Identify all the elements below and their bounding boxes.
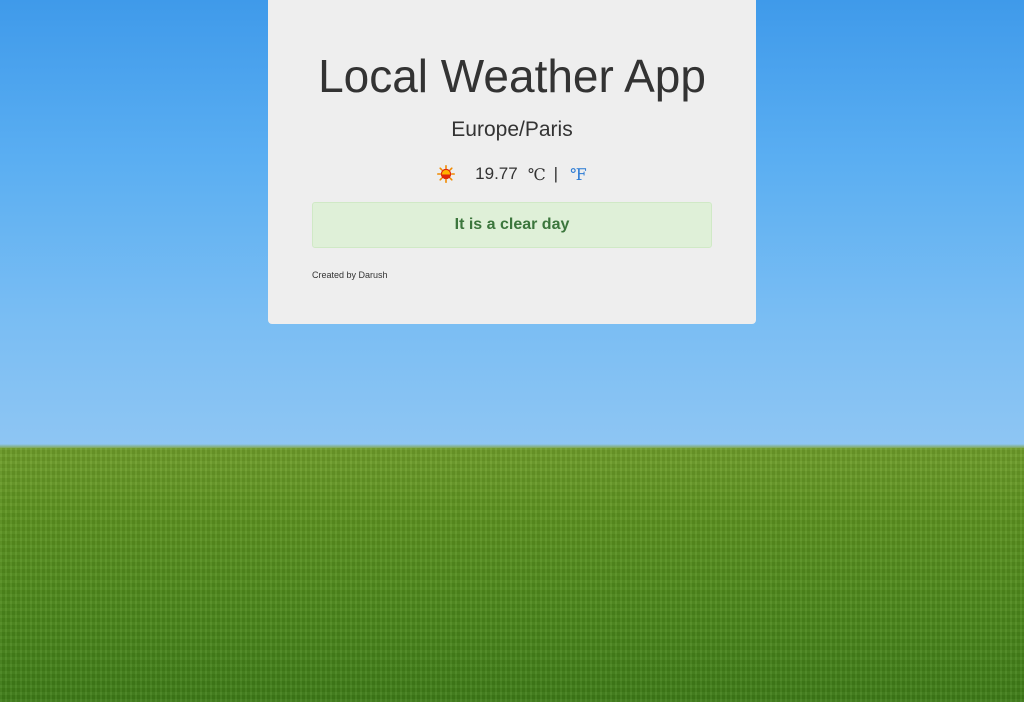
temperature-value: 19.77 [475,164,518,183]
celsius-unit[interactable]: ℃ [528,165,546,184]
fahrenheit-link[interactable]: ℉ [570,165,587,184]
sun-icon [437,165,456,184]
page-title: Local Weather App [318,50,706,102]
grass-field [0,448,1024,702]
unit-separator: | [553,164,559,183]
footer-credit: Created by Darush [312,270,388,280]
weather-description-alert: It is a clear day [312,202,712,248]
weather-card: Local Weather App Europe/Paris 19.77 ℃ |… [268,0,756,324]
location-label: Europe/Paris [451,118,573,141]
temperature-row: 19.77 ℃ | ℉ [268,162,756,186]
